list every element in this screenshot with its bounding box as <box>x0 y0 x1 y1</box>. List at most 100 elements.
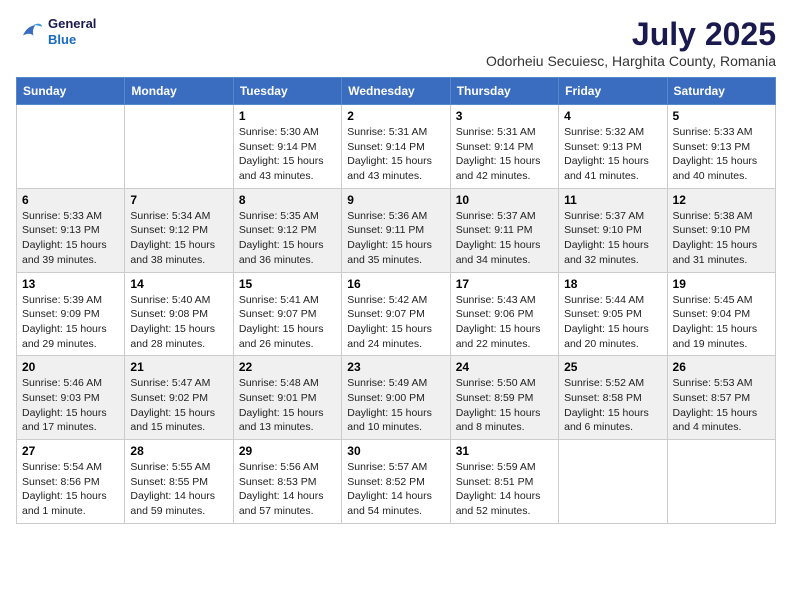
calendar-week-row: 6 Sunrise: 5:33 AMSunset: 9:13 PMDaylight… <box>17 188 776 272</box>
day-number: 14 <box>130 277 227 291</box>
calendar-cell: 21 Sunrise: 5:47 AMSunset: 9:02 PMDayligh… <box>125 356 233 440</box>
calendar-cell: 20 Sunrise: 5:46 AMSunset: 9:03 PMDayligh… <box>17 356 125 440</box>
day-info: Sunrise: 5:50 AMSunset: 8:59 PMDaylight:… <box>456 376 553 435</box>
calendar-cell: 29 Sunrise: 5:56 AMSunset: 8:53 PMDayligh… <box>233 440 341 524</box>
day-info: Sunrise: 5:45 AMSunset: 9:04 PMDaylight:… <box>673 293 770 352</box>
day-info: Sunrise: 5:36 AMSunset: 9:11 PMDaylight:… <box>347 209 444 268</box>
day-info: Sunrise: 5:48 AMSunset: 9:01 PMDaylight:… <box>239 376 336 435</box>
calendar-cell <box>667 440 775 524</box>
calendar-cell: 10 Sunrise: 5:37 AMSunset: 9:11 PMDayligh… <box>450 188 558 272</box>
calendar-week-row: 27Sunrise: 5:54 AMSunset: 8:56 PMDayligh… <box>17 440 776 524</box>
day-info: Sunrise: 5:47 AMSunset: 9:02 PMDaylight:… <box>130 376 227 435</box>
calendar-week-row: 13Sunrise: 5:39 AMSunset: 9:09 PMDayligh… <box>17 272 776 356</box>
calendar-cell: 31 Sunrise: 5:59 AMSunset: 8:51 PMDayligh… <box>450 440 558 524</box>
day-number: 8 <box>239 193 336 207</box>
day-number: 17 <box>456 277 553 291</box>
calendar-subtitle: Odorheiu Secuiesc, Harghita County, Roma… <box>486 53 776 69</box>
day-info: Sunrise: 5:40 AMSunset: 9:08 PMDaylight:… <box>130 293 227 352</box>
calendar-cell: 30Sunrise: 5:57 AMSunset: 8:52 PMDayligh… <box>342 440 450 524</box>
day-info: Sunrise: 5:32 AMSunset: 9:13 PMDaylight:… <box>564 125 661 184</box>
calendar-cell: 13Sunrise: 5:39 AMSunset: 9:09 PMDayligh… <box>17 272 125 356</box>
day-info: Sunrise: 5:35 AMSunset: 9:12 PMDaylight:… <box>239 209 336 268</box>
weekday-header-tuesday: Tuesday <box>233 78 341 105</box>
day-number: 6 <box>22 193 119 207</box>
day-number: 5 <box>673 109 770 123</box>
calendar-cell: 5 Sunrise: 5:33 AMSunset: 9:13 PMDaylight… <box>667 105 775 189</box>
day-number: 10 <box>456 193 553 207</box>
calendar-cell: 15 Sunrise: 5:41 AMSunset: 9:07 PMDayligh… <box>233 272 341 356</box>
day-number: 30 <box>347 444 444 458</box>
day-number: 3 <box>456 109 553 123</box>
day-number: 24 <box>456 360 553 374</box>
day-info: Sunrise: 5:37 AMSunset: 9:11 PMDaylight:… <box>456 209 553 268</box>
calendar-table: SundayMondayTuesdayWednesdayThursdayFrid… <box>16 77 776 524</box>
day-info: Sunrise: 5:33 AMSunset: 9:13 PMDaylight:… <box>673 125 770 184</box>
weekday-header-thursday: Thursday <box>450 78 558 105</box>
logo-text: General Blue <box>48 16 96 47</box>
day-info: Sunrise: 5:46 AMSunset: 9:03 PMDaylight:… <box>22 376 119 435</box>
logo-icon <box>16 18 44 46</box>
title-block: July 2025 Odorheiu Secuiesc, Harghita Co… <box>486 16 776 69</box>
day-number: 18 <box>564 277 661 291</box>
day-number: 7 <box>130 193 227 207</box>
day-number: 15 <box>239 277 336 291</box>
weekday-header-saturday: Saturday <box>667 78 775 105</box>
day-number: 31 <box>456 444 553 458</box>
day-number: 4 <box>564 109 661 123</box>
day-number: 29 <box>239 444 336 458</box>
calendar-week-row: 1 Sunrise: 5:30 AMSunset: 9:14 PMDaylight… <box>17 105 776 189</box>
calendar-week-row: 20 Sunrise: 5:46 AMSunset: 9:03 PMDayligh… <box>17 356 776 440</box>
day-info: Sunrise: 5:41 AMSunset: 9:07 PMDaylight:… <box>239 293 336 352</box>
calendar-cell: 27Sunrise: 5:54 AMSunset: 8:56 PMDayligh… <box>17 440 125 524</box>
calendar-cell: 24 Sunrise: 5:50 AMSunset: 8:59 PMDayligh… <box>450 356 558 440</box>
day-info: Sunrise: 5:34 AMSunset: 9:12 PMDaylight:… <box>130 209 227 268</box>
day-info: Sunrise: 5:59 AMSunset: 8:51 PMDaylight:… <box>456 460 553 519</box>
day-info: Sunrise: 5:37 AMSunset: 9:10 PMDaylight:… <box>564 209 661 268</box>
day-number: 11 <box>564 193 661 207</box>
day-info: Sunrise: 5:31 AMSunset: 9:14 PMDaylight:… <box>347 125 444 184</box>
day-info: Sunrise: 5:33 AMSunset: 9:13 PMDaylight:… <box>22 209 119 268</box>
calendar-cell: 17 Sunrise: 5:43 AMSunset: 9:06 PMDayligh… <box>450 272 558 356</box>
day-number: 2 <box>347 109 444 123</box>
day-number: 21 <box>130 360 227 374</box>
calendar-cell: 25 Sunrise: 5:52 AMSunset: 8:58 PMDayligh… <box>559 356 667 440</box>
calendar-cell: 3Sunrise: 5:31 AMSunset: 9:14 PMDaylight… <box>450 105 558 189</box>
day-number: 25 <box>564 360 661 374</box>
day-info: Sunrise: 5:43 AMSunset: 9:06 PMDaylight:… <box>456 293 553 352</box>
day-info: Sunrise: 5:44 AMSunset: 9:05 PMDaylight:… <box>564 293 661 352</box>
day-number: 13 <box>22 277 119 291</box>
day-number: 9 <box>347 193 444 207</box>
calendar-cell: 7 Sunrise: 5:34 AMSunset: 9:12 PMDaylight… <box>125 188 233 272</box>
calendar-cell: 6 Sunrise: 5:33 AMSunset: 9:13 PMDaylight… <box>17 188 125 272</box>
weekday-header-friday: Friday <box>559 78 667 105</box>
calendar-cell: 19Sunrise: 5:45 AMSunset: 9:04 PMDayligh… <box>667 272 775 356</box>
calendar-cell: 2 Sunrise: 5:31 AMSunset: 9:14 PMDaylight… <box>342 105 450 189</box>
day-info: Sunrise: 5:49 AMSunset: 9:00 PMDaylight:… <box>347 376 444 435</box>
day-info: Sunrise: 5:56 AMSunset: 8:53 PMDaylight:… <box>239 460 336 519</box>
day-number: 1 <box>239 109 336 123</box>
day-info: Sunrise: 5:53 AMSunset: 8:57 PMDaylight:… <box>673 376 770 435</box>
day-number: 22 <box>239 360 336 374</box>
day-number: 28 <box>130 444 227 458</box>
day-number: 16 <box>347 277 444 291</box>
weekday-header-monday: Monday <box>125 78 233 105</box>
calendar-cell: 12Sunrise: 5:38 AMSunset: 9:10 PMDayligh… <box>667 188 775 272</box>
day-info: Sunrise: 5:30 AMSunset: 9:14 PMDaylight:… <box>239 125 336 184</box>
calendar-cell: 26Sunrise: 5:53 AMSunset: 8:57 PMDayligh… <box>667 356 775 440</box>
calendar-cell <box>125 105 233 189</box>
calendar-cell: 11 Sunrise: 5:37 AMSunset: 9:10 PMDayligh… <box>559 188 667 272</box>
day-info: Sunrise: 5:52 AMSunset: 8:58 PMDaylight:… <box>564 376 661 435</box>
day-info: Sunrise: 5:54 AMSunset: 8:56 PMDaylight:… <box>22 460 119 519</box>
day-info: Sunrise: 5:42 AMSunset: 9:07 PMDaylight:… <box>347 293 444 352</box>
calendar-cell: 9 Sunrise: 5:36 AMSunset: 9:11 PMDaylight… <box>342 188 450 272</box>
logo: General Blue <box>16 16 96 47</box>
weekday-header-row: SundayMondayTuesdayWednesdayThursdayFrid… <box>17 78 776 105</box>
calendar-cell: 8 Sunrise: 5:35 AMSunset: 9:12 PMDaylight… <box>233 188 341 272</box>
calendar-cell: 4 Sunrise: 5:32 AMSunset: 9:13 PMDaylight… <box>559 105 667 189</box>
page-header: General Blue July 2025 Odorheiu Secuiesc… <box>16 16 776 69</box>
day-number: 20 <box>22 360 119 374</box>
calendar-cell: 28Sunrise: 5:55 AMSunset: 8:55 PMDayligh… <box>125 440 233 524</box>
calendar-cell: 22 Sunrise: 5:48 AMSunset: 9:01 PMDayligh… <box>233 356 341 440</box>
calendar-cell: 23Sunrise: 5:49 AMSunset: 9:00 PMDayligh… <box>342 356 450 440</box>
day-number: 12 <box>673 193 770 207</box>
